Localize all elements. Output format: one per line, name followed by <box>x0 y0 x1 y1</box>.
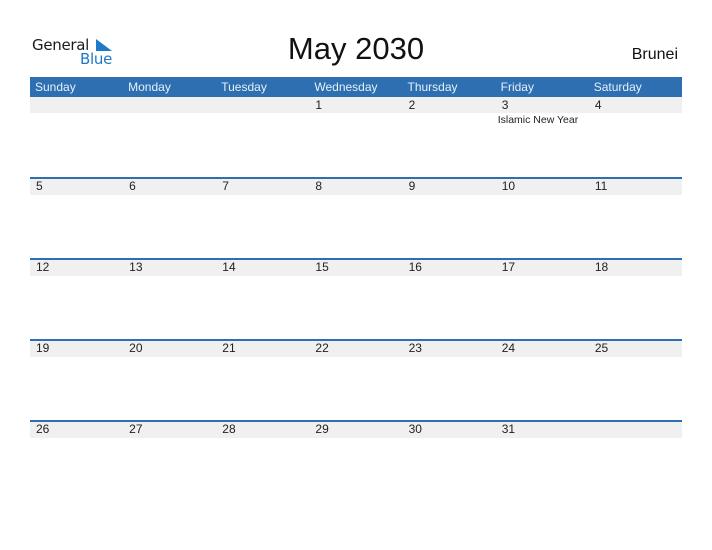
day-cell: 15 <box>309 259 402 340</box>
day-number: 17 <box>501 260 516 274</box>
day-number: 24 <box>501 341 516 355</box>
day-cell <box>216 97 309 178</box>
day-number: 25 <box>594 341 609 355</box>
day-number: 14 <box>222 260 236 274</box>
day-cell: 21 <box>216 340 309 421</box>
day-cell: 18 <box>589 259 682 340</box>
day-cell: 11 <box>589 178 682 259</box>
day-number: 21 <box>222 341 236 355</box>
day-cell <box>123 97 216 178</box>
day-number: 3 <box>501 98 509 112</box>
day-cell: 4 <box>589 97 682 178</box>
day-cell: 22 <box>309 340 402 421</box>
day-number: 10 <box>501 179 516 193</box>
day-cell: 24 <box>496 340 589 421</box>
day-number: 8 <box>315 179 323 193</box>
day-cell: 30 <box>403 421 496 502</box>
day-cell <box>589 421 682 502</box>
day-cell: 5 <box>30 178 123 259</box>
day-cell: 1 <box>309 97 402 178</box>
weekday-sunday: Sunday <box>35 80 76 94</box>
day-cell: 13 <box>123 259 216 340</box>
holiday-event: Islamic New Year <box>497 114 579 126</box>
day-cell: 20 <box>123 340 216 421</box>
day-cell <box>30 97 123 178</box>
calendar-title: May 2030 <box>287 31 425 66</box>
weekday-saturday: Saturday <box>593 80 642 94</box>
day-number: 30 <box>408 422 422 436</box>
day-number: 19 <box>36 341 50 355</box>
day-cell: 2 <box>403 97 496 178</box>
day-number: 2 <box>408 98 416 112</box>
week-row: 26 27 28 29 30 31 <box>30 420 682 502</box>
day-number: 20 <box>129 341 143 355</box>
day-cell: 23 <box>403 340 496 421</box>
day-number: 12 <box>36 260 50 274</box>
day-cell: 27 <box>123 421 216 502</box>
day-cell: 7 <box>216 178 309 259</box>
week-row: 12 13 14 15 16 17 18 <box>30 258 682 340</box>
day-number: 28 <box>222 422 236 436</box>
weekday-header: Sunday Monday Tuesday Wednesday Thursday… <box>30 77 682 97</box>
day-cell: 6 <box>123 178 216 259</box>
day-number: 26 <box>36 422 50 436</box>
day-number: 9 <box>408 179 416 193</box>
day-number: 15 <box>315 260 329 274</box>
day-number: 7 <box>222 179 229 193</box>
day-cell: 16 <box>403 259 496 340</box>
weekday-thursday: Thursday <box>407 80 458 94</box>
weekday-tuesday: Tuesday <box>221 80 267 94</box>
day-number: 23 <box>408 341 422 355</box>
day-number: 31 <box>501 422 516 436</box>
day-cell: 19 <box>30 340 123 421</box>
day-number: 1 <box>315 98 323 112</box>
day-cell: 25 <box>589 340 682 421</box>
week-row: 19 20 21 22 23 24 25 <box>30 339 682 421</box>
week-row: 1 2 3 Islamic New Year 4 <box>30 97 682 178</box>
day-cell: 3 Islamic New Year <box>496 97 589 178</box>
day-cell: 9 <box>403 178 496 259</box>
day-number: 5 <box>36 179 43 193</box>
day-number: 6 <box>129 179 136 193</box>
day-number: 18 <box>594 260 609 274</box>
day-number: 16 <box>408 260 422 274</box>
day-cell: 17 <box>496 259 589 340</box>
day-cell: 12 <box>30 259 123 340</box>
day-cell: 10 <box>496 178 589 259</box>
country-label: Brunei <box>631 46 678 63</box>
day-number: 29 <box>315 422 329 436</box>
weekday-wednesday: Wednesday <box>314 80 378 94</box>
day-cell: 28 <box>216 421 309 502</box>
weekday-monday: Monday <box>128 80 171 94</box>
day-cell: 8 <box>309 178 402 259</box>
day-number: 13 <box>129 260 143 274</box>
day-cell: 14 <box>216 259 309 340</box>
week-row: 5 6 7 8 9 10 11 <box>30 177 682 259</box>
day-number: 4 <box>594 98 602 112</box>
day-number: 11 <box>594 179 608 193</box>
day-cell: 31 <box>496 421 589 502</box>
day-cell: 26 <box>30 421 123 502</box>
day-cell: 29 <box>309 421 402 502</box>
day-number: 22 <box>315 341 329 355</box>
day-number: 27 <box>129 422 143 436</box>
weekday-friday: Friday <box>500 80 534 94</box>
